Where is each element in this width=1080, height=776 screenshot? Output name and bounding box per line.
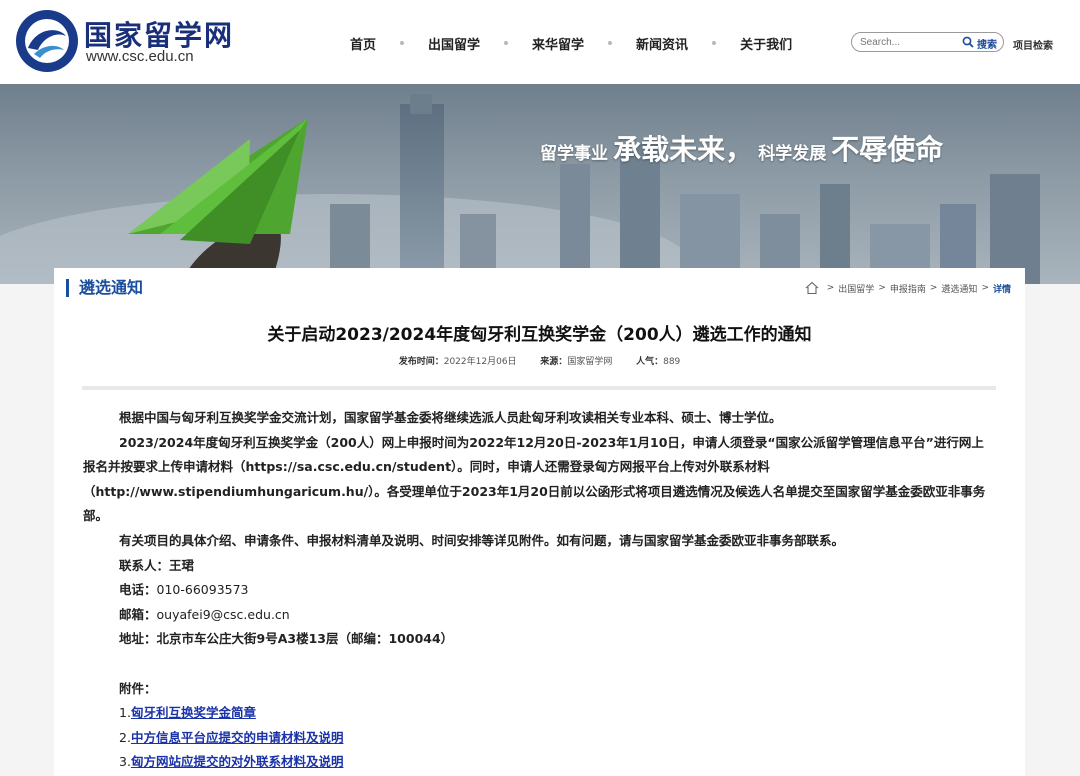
breadcrumb-application-guide[interactable]: 申报指南 xyxy=(890,282,926,295)
project-search-link[interactable]: 项目检索 xyxy=(1013,37,1053,52)
paragraph-2-line-4: 部。 xyxy=(83,508,109,524)
breadcrumb-current: 详情 xyxy=(992,284,1011,295)
slogan-part-1: 留学事业 xyxy=(540,144,608,164)
attachment-item-1: 1.匈牙利互换奖学金简章 xyxy=(83,701,999,726)
contact-name: 王珺 xyxy=(169,557,195,573)
article-meta: 发布时间：2022年12月06日 来源：国家留学网 人气：889 xyxy=(54,354,1025,367)
email-line: 邮箱：ouyafei9@csc.edu.cn xyxy=(83,603,999,628)
address-value: 北京市车公庄大街9号A3楼13层（邮编：100044） xyxy=(156,631,454,647)
attachment-link-1[interactable]: 匈牙利互换奖学金简章 xyxy=(131,705,256,720)
nav-separator xyxy=(504,41,509,45)
nav-study-in-china[interactable]: 来华留学 xyxy=(532,34,584,53)
breadcrumb-study-abroad[interactable]: 出国留学 xyxy=(838,282,874,295)
csc-logo-icon[interactable] xyxy=(14,8,80,74)
contact-line: 联系人：王珺 xyxy=(83,554,999,579)
breadcrumb-selection-notice[interactable]: 遴选通知 xyxy=(941,282,977,295)
attachment-number: 1. xyxy=(119,705,131,721)
attachment-item-2: 2.中方信息平台应提交的申请材料及说明 xyxy=(83,726,999,751)
address-line: 地址：北京市车公庄大街9号A3楼13层（邮编：100044） xyxy=(83,627,999,652)
paragraph-1: 根据中国与匈牙利互换奖学金交流计划，国家留学基金委将继续选派人员赴匈牙利攻读相关… xyxy=(119,410,782,425)
phone-label: 电话： xyxy=(119,582,157,598)
address-label: 地址： xyxy=(119,631,157,647)
source-value: 国家留学网 xyxy=(567,357,613,367)
slogan-part-2: 承载未来， xyxy=(613,133,754,166)
banner-slogan: 留学事业 承载未来， 科学发展 不辱使命 xyxy=(540,128,943,168)
article-title: 关于启动2023/2024年度匈牙利互换奖学金（200人）遴选工作的通知 xyxy=(267,325,812,345)
attachment-number: 3. xyxy=(119,754,131,770)
nav-separator xyxy=(400,41,405,45)
breadcrumb-separator: > xyxy=(981,283,989,293)
nav-home[interactable]: 首页 xyxy=(350,34,376,53)
source-label: 来源： xyxy=(540,357,568,367)
home-icon[interactable] xyxy=(805,281,819,295)
attachment-link-3[interactable]: 匈方网站应提交的对外联系材料及说明 xyxy=(131,754,344,769)
slogan-part-3: 科学发展 xyxy=(758,144,827,164)
views-label: 人气： xyxy=(636,357,664,367)
attachment-number: 2. xyxy=(119,729,131,745)
views-count: 889 xyxy=(663,357,681,367)
nav-news[interactable]: 新闻资讯 xyxy=(636,34,688,53)
attachment-link-2[interactable]: 中方信息平台应提交的申请材料及说明 xyxy=(131,730,344,745)
main-nav: 首页 出国留学 来华留学 新闻资讯 关于我们 xyxy=(350,33,792,53)
breadcrumb: > 出国留学 > 申报指南 > 遴选通知 > 详情 xyxy=(805,281,1011,295)
attachments-label: 附件： xyxy=(119,680,157,696)
paragraph-2-line-2: 报名并按要求上传申请材料（https://sa.csc.edu.cn/stude… xyxy=(83,459,770,475)
logo-url[interactable]: www.csc.edu.cn xyxy=(86,48,194,65)
title-divider xyxy=(82,386,996,390)
attachment-item-3: 3.匈方网站应提交的对外联系材料及说明 xyxy=(83,750,999,775)
nav-separator xyxy=(608,41,613,45)
article-body: 根据中国与匈牙利互换奖学金交流计划，国家留学基金委将继续选派人员赴匈牙利攻读相关… xyxy=(83,406,999,775)
search-icon[interactable] xyxy=(962,36,974,48)
breadcrumb-separator: > xyxy=(878,283,886,293)
nav-about[interactable]: 关于我们 xyxy=(740,34,792,53)
email-label: 邮箱： xyxy=(119,606,157,622)
contact-label: 联系人： xyxy=(119,557,170,573)
site-header: 国家留学网 www.csc.edu.cn 首页 出国留学 来华留学 新闻资讯 关… xyxy=(0,0,1080,84)
publish-label: 发布时间： xyxy=(398,357,444,367)
email-value: ouyafei9@csc.edu.cn xyxy=(156,606,290,622)
breadcrumb-separator: > xyxy=(826,283,835,293)
nav-study-abroad[interactable]: 出国留学 xyxy=(428,34,480,53)
paragraph-2-line-1: 2023/2024年度匈牙利互换奖学金（200人）网上申报时间为2022年12月… xyxy=(119,434,984,450)
section-title: 遴选通知 xyxy=(66,279,143,297)
phone-value: 010-66093573 xyxy=(156,582,249,598)
breadcrumb-separator: > xyxy=(929,283,938,293)
content-panel: 遴选通知 > 出国留学 > 申报指南 > 遴选通知 > 详情 关于启动2023/… xyxy=(54,268,1025,776)
phone-line: 电话：010-66093573 xyxy=(83,578,999,603)
city-skyline-image xyxy=(0,94,1040,284)
slogan-part-4: 不辱使命 xyxy=(831,133,944,166)
hero-banner: 留学事业 承载未来， 科学发展 不辱使命 xyxy=(0,84,1080,284)
paragraph-2-line-3: （http://www.stipendiumhungaricum.hu/）。各受… xyxy=(83,483,986,499)
search-input[interactable] xyxy=(860,35,955,49)
nav-separator xyxy=(712,41,717,45)
paragraph-3: 有关项目的具体介绍、申请条件、申报材料清单及说明、时间安排等详见附件。如有问题，… xyxy=(119,532,845,548)
publish-date: 2022年12月06日 xyxy=(443,357,517,367)
search-box: 搜索 xyxy=(851,32,1004,52)
search-button[interactable]: 搜索 xyxy=(977,36,997,51)
